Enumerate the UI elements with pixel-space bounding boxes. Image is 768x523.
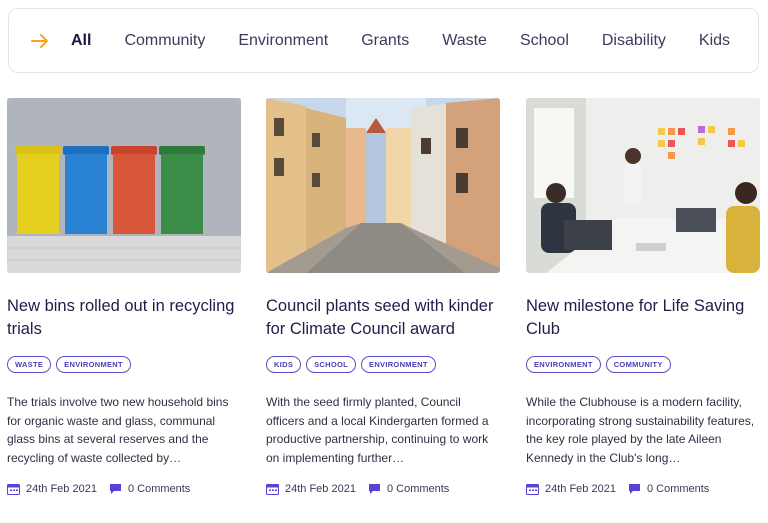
tag-environment[interactable]: ENVIRONMENT [56, 356, 131, 373]
card-excerpt: While the Clubhouse is a modern facility… [526, 395, 755, 465]
tag-community[interactable]: COMMUNITY [605, 356, 671, 373]
comment-count[interactable]: 0 Comments [128, 483, 190, 495]
card-meta: 24th Feb 2021 0 Comments [526, 481, 760, 497]
card-meta: 24th Feb 2021 0 Comments [7, 481, 241, 497]
comment-icon [628, 483, 641, 495]
post-date: 24th Feb 2021 [285, 483, 356, 495]
card-excerpt: The trials involve two new household bin… [7, 395, 229, 465]
filter-waste[interactable]: Waste [442, 32, 487, 50]
comment-count[interactable]: 0 Comments [387, 483, 449, 495]
post-date: 24th Feb 2021 [26, 483, 97, 495]
filter-grants[interactable]: Grants [361, 32, 409, 50]
card-excerpt: With the seed firmly planted, Council of… [266, 395, 489, 465]
arrow-right-icon [31, 33, 49, 49]
calendar-icon [526, 483, 539, 495]
tag-school[interactable]: SCHOOL [306, 356, 357, 373]
filter-environment[interactable]: Environment [238, 32, 328, 50]
post-date: 24th Feb 2021 [545, 483, 616, 495]
office-meeting-image[interactable] [526, 98, 760, 273]
recycling-bins-image[interactable] [7, 98, 241, 273]
news-card: Council plants seed with kinder for Clim… [266, 98, 500, 497]
filter-disability[interactable]: Disability [602, 32, 666, 50]
comment-icon [368, 483, 381, 495]
tag-list: KIDS SCHOOL ENVIRONMENT [266, 356, 500, 373]
tag-list: WASTE ENVIRONMENT [7, 356, 241, 373]
calendar-icon [266, 483, 279, 495]
tag-list: ENVIRONMENT COMMUNITY [526, 356, 760, 373]
card-title[interactable]: New milestone for Life Saving Club [526, 295, 760, 343]
town-street-image[interactable] [266, 98, 500, 273]
filter-all[interactable]: All [71, 32, 91, 50]
card-title[interactable]: New bins rolled out in recycling trials [7, 295, 241, 343]
comment-icon [109, 483, 122, 495]
comment-count[interactable]: 0 Comments [647, 483, 709, 495]
filter-school[interactable]: School [520, 32, 569, 50]
tag-waste[interactable]: WASTE [7, 356, 52, 373]
card-meta: 24th Feb 2021 0 Comments [266, 481, 500, 497]
calendar-icon [7, 483, 20, 495]
news-card: New bins rolled out in recycling trials … [7, 98, 241, 497]
tag-environment[interactable]: ENVIRONMENT [361, 356, 436, 373]
filter-kids[interactable]: Kids [699, 32, 730, 50]
card-title[interactable]: Council plants seed with kinder for Clim… [266, 295, 500, 343]
tag-kids[interactable]: KIDS [266, 356, 302, 373]
tag-environment[interactable]: ENVIRONMENT [526, 356, 601, 373]
news-card: New milestone for Life Saving Club ENVIR… [526, 98, 760, 497]
category-filter-bar: All Community Environment Grants Waste S… [8, 8, 759, 73]
filter-community[interactable]: Community [124, 32, 205, 50]
